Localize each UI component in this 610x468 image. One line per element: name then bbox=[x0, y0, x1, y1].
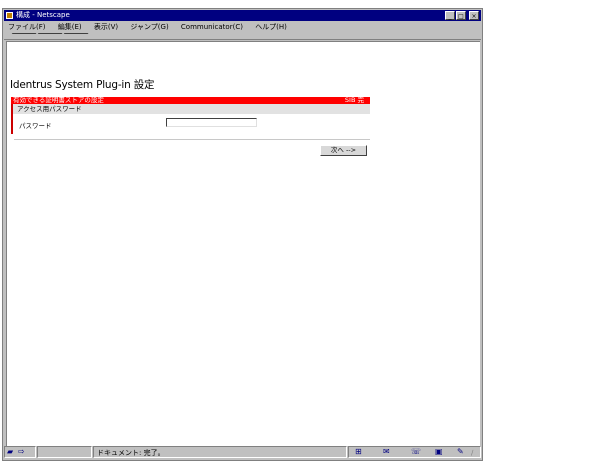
security-cell[interactable]: ▰ ⇨ bbox=[4, 446, 36, 458]
component-bar: ⊞ ✉ ☏ ▣ ✎ ∕ bbox=[348, 446, 481, 458]
section-header-title: 有効できる証明書ストアの設定 bbox=[13, 96, 104, 104]
menu-communicator[interactable]: Communicator(C) bbox=[181, 23, 243, 31]
password-label: パスワード bbox=[19, 122, 52, 130]
toolbar-grip-tab[interactable] bbox=[33, 33, 63, 39]
close-button[interactable]: × bbox=[469, 11, 479, 20]
composer-icon[interactable]: ▣ bbox=[435, 447, 443, 457]
password-subheader: アクセス用パスワード bbox=[13, 104, 370, 114]
password-input[interactable] bbox=[166, 118, 257, 127]
subheader-label: アクセス用パスワード bbox=[17, 105, 82, 113]
composer-pen-icon[interactable]: ✎ bbox=[457, 447, 464, 457]
resize-grip-icon[interactable]: ∕ bbox=[471, 448, 473, 458]
divider-line bbox=[14, 139, 370, 140]
toolbar-grip-strip[interactable] bbox=[4, 32, 481, 40]
menu-file[interactable]: ファイル(F) bbox=[8, 23, 46, 31]
window-controls: _ □ × bbox=[445, 11, 479, 20]
minimize-button[interactable]: _ bbox=[445, 11, 455, 20]
menu-edit[interactable]: 編集(E) bbox=[58, 23, 82, 31]
progress-cell bbox=[37, 446, 92, 458]
toolbar-grip-tab[interactable] bbox=[59, 33, 89, 39]
window-title: 構成 - Netscape bbox=[16, 11, 70, 19]
toolbar-grip-tab[interactable] bbox=[7, 33, 37, 39]
browser-window: 構成 - Netscape _ □ × ファイル(F) 編集(E) 表示(V) … bbox=[2, 8, 483, 461]
navigator-icon[interactable]: ⊞ bbox=[355, 447, 362, 457]
settings-form: 有効できる証明書ストアの設定 SIB 完 アクセス用パスワード パスワード bbox=[11, 97, 370, 134]
maximize-button[interactable]: □ bbox=[456, 11, 466, 20]
menu-view[interactable]: 表示(V) bbox=[94, 23, 118, 31]
security-icon[interactable]: ▰ bbox=[7, 447, 13, 457]
menu-bar: ファイル(F) 編集(E) 表示(V) ジャンプ(G) Communicator… bbox=[4, 22, 481, 32]
next-button[interactable]: 次へ --> bbox=[320, 145, 367, 156]
status-bar: ▰ ⇨ ドキュメント: 完了。 ⊞ ✉ ☏ ▣ ✎ ∕ bbox=[4, 445, 481, 459]
page-title: Identrus System Plug-in 設定 bbox=[10, 79, 155, 91]
mail-icon[interactable]: ✉ bbox=[383, 447, 390, 457]
content-area: Identrus System Plug-in 設定 有効できる証明書ストアの設… bbox=[6, 41, 480, 446]
section-header-note: SIB 完 bbox=[344, 96, 364, 104]
status-text-cell: ドキュメント: 完了。 bbox=[93, 446, 347, 458]
netscape-app-icon bbox=[6, 12, 13, 19]
status-text: ドキュメント: 完了。 bbox=[97, 449, 165, 457]
discussion-icon[interactable]: ☏ bbox=[411, 447, 421, 457]
title-bar: 構成 - Netscape _ □ × bbox=[4, 10, 481, 21]
menu-go[interactable]: ジャンプ(G) bbox=[130, 23, 168, 31]
section-header: 有効できる証明書ストアの設定 SIB 完 bbox=[11, 97, 370, 104]
menu-help[interactable]: ヘルプ(H) bbox=[255, 23, 287, 31]
connection-icon: ⇨ bbox=[18, 447, 25, 456]
